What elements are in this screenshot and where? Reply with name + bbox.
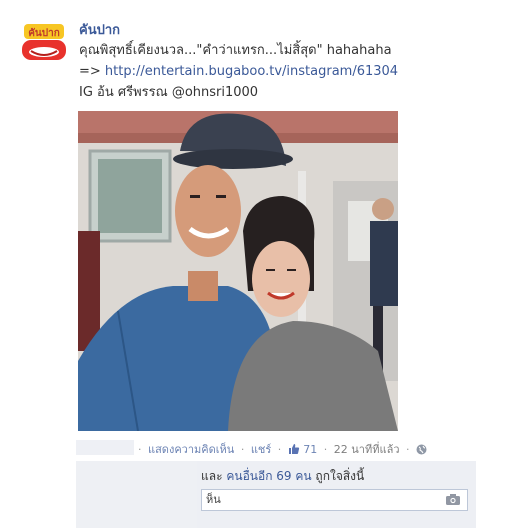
photo-two-people (78, 111, 398, 431)
comment-input-text: ห็น (206, 493, 221, 506)
camera-icon[interactable] (445, 493, 461, 506)
share-link[interactable]: แชร์ (251, 443, 271, 456)
post-actions: · แสดงความคิดเห็น · แชร์ · 71 · 22 นาทีท… (135, 440, 427, 458)
likes-summary: และ คนอื่นอีก 69 คน ถูกใจสิ่งนี้ (201, 467, 364, 486)
thumbs-up-icon[interactable] (288, 443, 300, 458)
post-line-3: IG อ้น ศรีพรรณ @ohnsri1000 (79, 85, 259, 100)
likes-suffix: ถูกใจสิ่งนี้ (311, 469, 365, 483)
others-link[interactable]: คนอื่นอีก 69 คน (226, 469, 311, 483)
separator: · (323, 443, 328, 456)
logo-text: คันปาก (28, 27, 60, 39)
comment-input[interactable]: ห็น (201, 489, 468, 511)
separator: · (240, 443, 245, 456)
separator: · (406, 443, 410, 456)
page-avatar[interactable]: คันปาก (19, 18, 69, 68)
page-logo-icon: คันปาก (20, 19, 68, 67)
post-url-link[interactable]: http://entertain.bugaboo.tv/instagram/61… (105, 64, 398, 79)
post-message: คุณพิสุทธิ์เคียงนวล..."คำว่าแทรก...ไม่สิ… (79, 40, 509, 103)
redacted-block (76, 440, 134, 455)
post-line-1: คุณพิสุทธิ์เคียงนวล..."คำว่าแทรก...ไม่สิ… (79, 43, 392, 58)
separator: · (277, 443, 282, 456)
like-count[interactable]: 71 (303, 443, 317, 456)
post-line-2: => http://entertain.bugaboo.tv/instagram… (79, 61, 509, 82)
post-photo[interactable] (78, 111, 398, 431)
comment-link[interactable]: แสดงความคิดเห็น (148, 443, 234, 456)
page-name-link[interactable]: คันปาก (79, 19, 120, 40)
redacted-likers (76, 461, 197, 528)
separator: · (138, 443, 142, 456)
arrow-prefix: => (79, 64, 105, 79)
timestamp[interactable]: 22 นาทีที่แล้ว (334, 443, 400, 456)
globe-icon (416, 444, 427, 458)
likes-prefix: และ (201, 469, 227, 483)
likes-and-comments: และ คนอื่นอีก 69 คน ถูกใจสิ่งนี้ ห็น (76, 461, 476, 528)
